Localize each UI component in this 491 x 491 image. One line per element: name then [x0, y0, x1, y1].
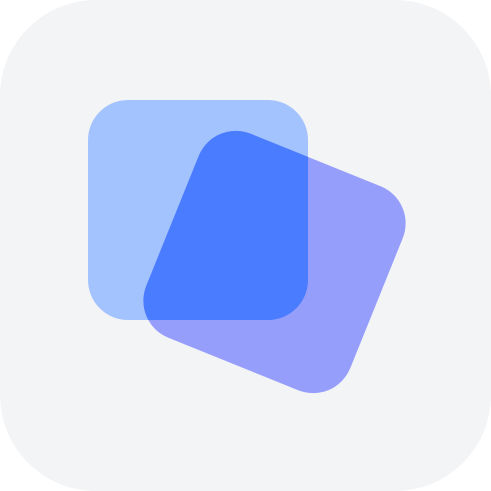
app-icon [0, 0, 491, 491]
overlapping-squares-icon [0, 0, 491, 491]
